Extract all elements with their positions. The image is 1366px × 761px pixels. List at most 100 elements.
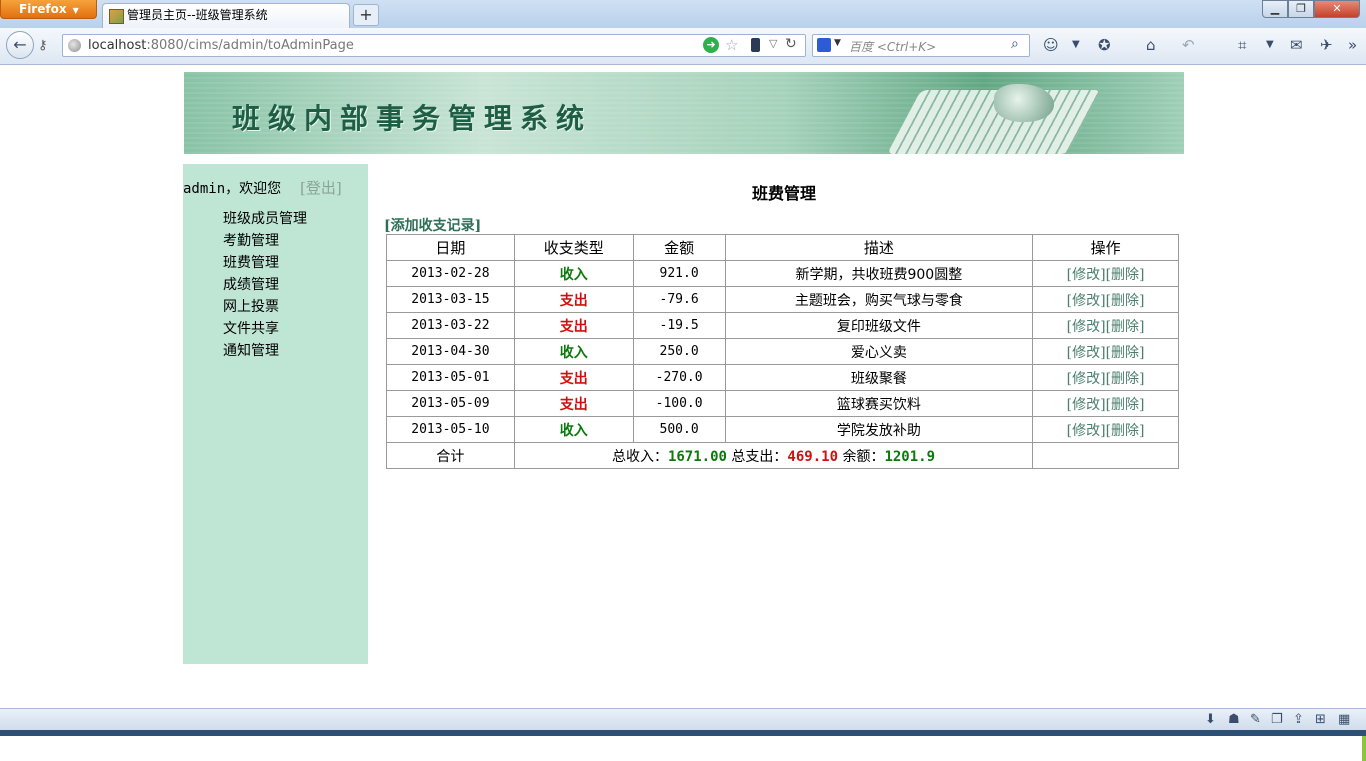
search-bar[interactable]: ▼ ⌕ (812, 34, 1030, 57)
grid-icon[interactable]: ▦ (1338, 712, 1350, 727)
extension-icon[interactable]: ✈ (1320, 36, 1333, 54)
window-icon[interactable]: ❐ (1271, 712, 1283, 727)
cell-actions: [修改][删除] (1032, 338, 1179, 365)
cell-date: 2013-02-28 (386, 260, 515, 287)
delete-link[interactable]: [删除] (1106, 345, 1145, 361)
download-icon[interactable]: ⬇ (1205, 712, 1216, 727)
sidebar-item-voting[interactable]: 网上投票 (223, 296, 307, 318)
url-text[interactable]: localhost:8080/cims/admin/toAdminPage (88, 38, 354, 53)
edit-link[interactable]: [修改] (1067, 267, 1106, 283)
welcome-text: admin，欢迎您 (183, 181, 282, 197)
cell-date: 2013-05-10 (386, 416, 515, 443)
total-income-label: 总收入： (611, 448, 668, 465)
bookmark-icon[interactable]: ✪ (1098, 36, 1111, 54)
close-button[interactable]: ✕ (1314, 0, 1360, 18)
share-icon[interactable]: ⇪ (1293, 712, 1304, 727)
sidebar: admin，欢迎您 [登出] 班级成员管理 考勤管理 班费管理 成绩管理 网上投… (183, 164, 368, 664)
edit-link[interactable]: [修改] (1067, 423, 1106, 439)
table-row: 2013-03-15 支出 -79.6 主题班会，购买气球与零食 [修改][删除… (386, 286, 1179, 313)
browser-tab[interactable]: 管理员主页--班级管理系统 (102, 3, 350, 28)
total-income-value: 1671.00 (667, 448, 727, 465)
sidebar-item-file-sharing[interactable]: 文件共享 (223, 318, 307, 340)
delete-link[interactable]: [删除] (1106, 319, 1145, 335)
cell-date: 2013-03-22 (386, 312, 515, 339)
sidebar-item-notices[interactable]: 通知管理 (223, 340, 307, 362)
column-header-actions: 操作 (1032, 234, 1179, 261)
table-row: 2013-05-01 支出 -270.0 班级聚餐 [修改][删除] (386, 364, 1179, 391)
home-icon[interactable]: ⌂ (1146, 36, 1156, 54)
url-host: localhost (88, 38, 147, 53)
table-row: 2013-03-22 支出 -19.5 复印班级文件 [修改][删除] (386, 312, 1179, 339)
cell-amount: 500.0 (632, 416, 726, 443)
edit-link[interactable]: [修改] (1067, 345, 1106, 361)
chevron-down-icon[interactable]: ▼ (1072, 39, 1080, 50)
column-header-date: 日期 (386, 234, 515, 261)
cell-actions: [修改][删除] (1032, 286, 1179, 313)
delete-link[interactable]: [删除] (1106, 371, 1145, 387)
edit-link[interactable]: [修改] (1067, 371, 1106, 387)
edit-link[interactable]: [修改] (1067, 397, 1106, 413)
balance-value: 1201.9 (884, 448, 936, 465)
maximize-button[interactable]: ❐ (1288, 0, 1314, 18)
fee-table: 日期 收支类型 金额 描述 操作 2013-02-28 收入 921.0 新学期… (386, 234, 1179, 469)
chat-icon[interactable]: ✉ (1290, 36, 1303, 54)
delete-link[interactable]: [删除] (1106, 293, 1145, 309)
table-row: 2013-02-28 收入 921.0 新学期，共收班费900圆整 [修改][删… (386, 260, 1179, 287)
smiley-icon[interactable]: ☺ (1043, 36, 1059, 54)
menu-chevron-icon[interactable]: » (1348, 36, 1357, 54)
delete-link[interactable]: [删除] (1106, 397, 1145, 413)
table-row: 2013-05-09 支出 -100.0 篮球赛买饮料 [修改][删除] (386, 390, 1179, 417)
column-header-type: 收支类型 (513, 234, 634, 261)
delete-link[interactable]: [删除] (1106, 267, 1145, 283)
total-expense-value: 469.10 (787, 448, 838, 465)
back-arrow-icon: ← (13, 35, 27, 54)
key-icon[interactable]: ⚷ (38, 38, 48, 53)
add-icon[interactable]: ⊞ (1315, 712, 1326, 727)
cell-amount: -270.0 (632, 364, 726, 391)
search-input[interactable] (847, 36, 1011, 57)
balance-label: 余额： (842, 448, 885, 465)
cell-amount: -100.0 (632, 390, 726, 417)
reload-icon[interactable]: ↻ (785, 36, 797, 52)
mask-icon[interactable]: ☗ (1228, 712, 1240, 727)
add-record-link[interactable]: [添加收支记录] (384, 215, 481, 235)
hand-image (994, 84, 1054, 122)
cell-description: 学院发放补助 (724, 416, 1034, 443)
engine-dropdown-icon[interactable]: ▼ (834, 38, 841, 48)
cell-date: 2013-05-09 (386, 390, 515, 417)
minimize-button[interactable]: ▁ (1262, 0, 1288, 18)
table-row: 2013-04-30 收入 250.0 爱心义卖 [修改][删除] (386, 338, 1179, 365)
globe-icon (68, 39, 81, 52)
chevron-down-icon[interactable]: ▼ (1266, 39, 1274, 50)
sidebar-item-attendance[interactable]: 考勤管理 (223, 230, 307, 252)
search-engine-icon[interactable] (817, 38, 831, 52)
undo-icon[interactable]: ↶ (1182, 36, 1195, 54)
phone-icon[interactable] (751, 38, 760, 52)
sidebar-item-grades[interactable]: 成绩管理 (223, 274, 307, 296)
url-dropdown-icon[interactable]: ▽ (769, 37, 777, 50)
cell-description: 主题班会，购买气球与零食 (724, 286, 1034, 313)
cell-description: 复印班级文件 (724, 312, 1034, 339)
edit-link[interactable]: [修改] (1067, 319, 1106, 335)
back-button[interactable]: ← (6, 31, 34, 59)
url-path: :8080/cims/admin/toAdminPage (146, 38, 354, 53)
brush-icon[interactable]: ✎ (1250, 712, 1261, 727)
cell-date: 2013-05-01 (386, 364, 515, 391)
search-icon[interactable]: ⌕ (1011, 36, 1019, 52)
new-tab-button[interactable]: + (353, 4, 379, 26)
sidebar-item-members[interactable]: 班级成员管理 (223, 208, 307, 230)
addon-bar: ⬇ ☗ ✎ ❐ ⇪ ⊞ ▦ (0, 708, 1366, 731)
logout-link[interactable]: [登出] (300, 177, 342, 198)
crop-icon[interactable]: ⌗ (1238, 36, 1246, 54)
table-header-row: 日期 收支类型 金额 描述 操作 (386, 234, 1179, 261)
star-icon[interactable]: ☆ (725, 36, 738, 54)
edit-link[interactable]: [修改] (1067, 293, 1106, 309)
sidebar-item-class-fee[interactable]: 班费管理 (223, 252, 307, 274)
url-bar[interactable]: localhost:8080/cims/admin/toAdminPage ➜ … (62, 34, 806, 57)
firefox-menu-button[interactable]: Firefox ▼ (0, 0, 97, 19)
go-icon[interactable]: ➜ (703, 37, 719, 53)
cell-type: 收入 (513, 416, 634, 443)
cell-type: 支出 (513, 364, 634, 391)
cell-amount: 921.0 (632, 260, 726, 287)
delete-link[interactable]: [删除] (1106, 423, 1145, 439)
